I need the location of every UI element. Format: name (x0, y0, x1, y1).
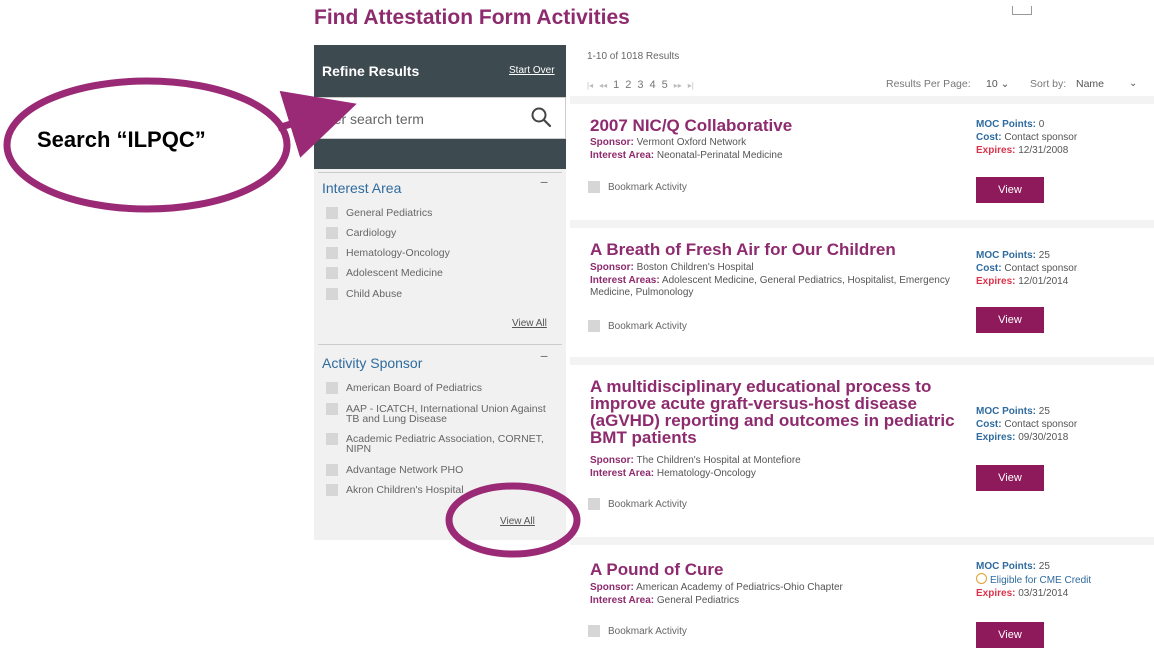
interest-area-collapse-button[interactable]: − (540, 174, 548, 190)
sort-by-label: Sort by: (1030, 78, 1067, 90)
prev-page-button[interactable]: ◂◂ (599, 81, 607, 90)
filter-interest-adolescent-medicine[interactable]: Adolescent Medicine (326, 267, 561, 279)
filter-sponsor-akron-childrens[interactable]: Akron Children's Hospital (326, 484, 561, 496)
page-title: Find Attestation Form Activities (314, 6, 630, 29)
activity-title-link[interactable]: A Pound of Cure (590, 561, 970, 578)
activity-interest: Interest Area: Hematology-Oncology (590, 468, 756, 479)
filter-interest-cardiology[interactable]: Cardiology (326, 227, 561, 239)
activity-info: MOC Points: 25 Cost: Contact sponsor Exp… (976, 250, 1078, 287)
view-button[interactable]: View (976, 465, 1044, 491)
bookmark-activity[interactable]: Bookmark Activity (588, 320, 687, 332)
checkbox[interactable] (326, 267, 338, 279)
activity-sponsor: Sponsor: The Children's Hospital at Mont… (590, 455, 801, 466)
checkbox[interactable] (588, 498, 600, 510)
window-control-icon[interactable] (1012, 6, 1032, 15)
checkbox[interactable] (588, 181, 600, 193)
activity-info: MOC Points: 0 Cost: Contact sponsor Expi… (976, 119, 1078, 156)
page-link-4[interactable]: 4 (650, 79, 656, 91)
bookmark-activity[interactable]: Bookmark Activity (588, 625, 687, 637)
filter-sponsor-advantage-network[interactable]: Advantage Network PHO (326, 464, 561, 476)
activity-interest: Interest Areas: Adolescent Medicine, Gen… (590, 275, 950, 298)
bookmark-activity[interactable]: Bookmark Activity (588, 181, 687, 193)
search-input[interactable] (320, 105, 519, 133)
activity-interest: Interest Area: Neonatal-Perinatal Medici… (590, 150, 783, 161)
card-separator (570, 357, 1154, 365)
card-separator (570, 220, 1154, 228)
activity-title-link[interactable]: A Breath of Fresh Air for Our Children (590, 241, 970, 258)
bookmark-activity[interactable]: Bookmark Activity (588, 498, 687, 510)
filter-interest-hematology-oncology[interactable]: Hematology-Oncology (326, 247, 561, 259)
search-strip (314, 139, 566, 169)
divider (318, 172, 562, 173)
chevron-down-icon[interactable]: ⌄ (1129, 78, 1137, 89)
annotation-callout-text: Search “ILPQC” (37, 127, 206, 152)
pagination: |◂ ◂◂ 1 2 3 4 5 ▸▸ ▸| (587, 79, 694, 91)
page-link-2[interactable]: 2 (625, 79, 631, 91)
start-over-link[interactable]: Start Over (509, 65, 555, 76)
view-button[interactable]: View (976, 177, 1044, 203)
filter-sponsor-aap-icatch[interactable]: AAP - ICATCH, International Union Agains… (326, 403, 561, 424)
activity-interest: Interest Area: General Pediatrics (590, 595, 740, 606)
page-link-1[interactable]: 1 (613, 79, 619, 91)
view-button[interactable]: View (976, 307, 1044, 333)
activity-info: MOC Points: 25 Eligible for CME Credit E… (976, 561, 1092, 599)
card-separator (570, 537, 1154, 545)
refine-title: Refine Results (322, 63, 420, 79)
activity-sponsor: Sponsor: Vermont Oxford Network (590, 137, 747, 148)
view-button[interactable]: View (976, 622, 1044, 648)
activity-sponsor-title: Activity Sponsor (322, 355, 423, 371)
card-separator (570, 96, 1154, 104)
activity-sponsor-collapse-button[interactable]: − (540, 348, 548, 364)
results-per-page-select[interactable]: 10 ⌄ (986, 78, 1009, 90)
first-page-button[interactable]: |◂ (587, 81, 593, 90)
checkbox[interactable] (326, 433, 338, 445)
checkbox[interactable] (326, 464, 338, 476)
activity-title-link[interactable]: A multidisciplinary educational process … (590, 378, 970, 446)
page-link-5[interactable]: 5 (662, 79, 668, 91)
checkbox[interactable] (326, 227, 338, 239)
interest-area-view-all-link[interactable]: View All (512, 318, 547, 329)
activity-sponsor-view-all-link[interactable]: View All (500, 516, 535, 527)
last-page-button[interactable]: ▸| (688, 81, 694, 90)
filter-interest-general-pediatrics[interactable]: General Pediatrics (326, 207, 561, 219)
checkbox[interactable] (326, 484, 338, 496)
checkbox[interactable] (588, 320, 600, 332)
checkbox[interactable] (588, 625, 600, 637)
checkbox[interactable] (326, 382, 338, 394)
filter-interest-child-abuse[interactable]: Child Abuse (326, 288, 561, 300)
page-link-3[interactable]: 3 (637, 79, 643, 91)
sort-by-select[interactable]: Name (1076, 78, 1104, 90)
checkbox[interactable] (326, 247, 338, 259)
activity-sponsor: Sponsor: American Academy of Pediatrics-… (590, 582, 843, 593)
checkbox[interactable] (326, 403, 338, 415)
next-page-button[interactable]: ▸▸ (674, 81, 682, 90)
check-circle-icon (976, 573, 987, 584)
filter-sponsor-academic-pediatric[interactable]: Academic Pediatric Association, CORNET, … (326, 433, 561, 454)
checkbox[interactable] (326, 207, 338, 219)
checkbox[interactable] (326, 288, 338, 300)
activity-title-link[interactable]: 2007 NIC/Q Collaborative (590, 117, 970, 134)
divider (318, 344, 562, 345)
filter-sponsor-abp[interactable]: American Board of Pediatrics (326, 382, 561, 394)
search-icon[interactable] (530, 106, 552, 128)
activity-sponsor: Sponsor: Boston Children's Hospital (590, 262, 754, 273)
results-per-page-label: Results Per Page: (886, 78, 971, 90)
interest-area-title: Interest Area (322, 180, 402, 196)
activity-info: MOC Points: 25 Cost: Contact sponsor Exp… (976, 406, 1078, 443)
results-count: 1-10 of 1018 Results (587, 51, 680, 62)
